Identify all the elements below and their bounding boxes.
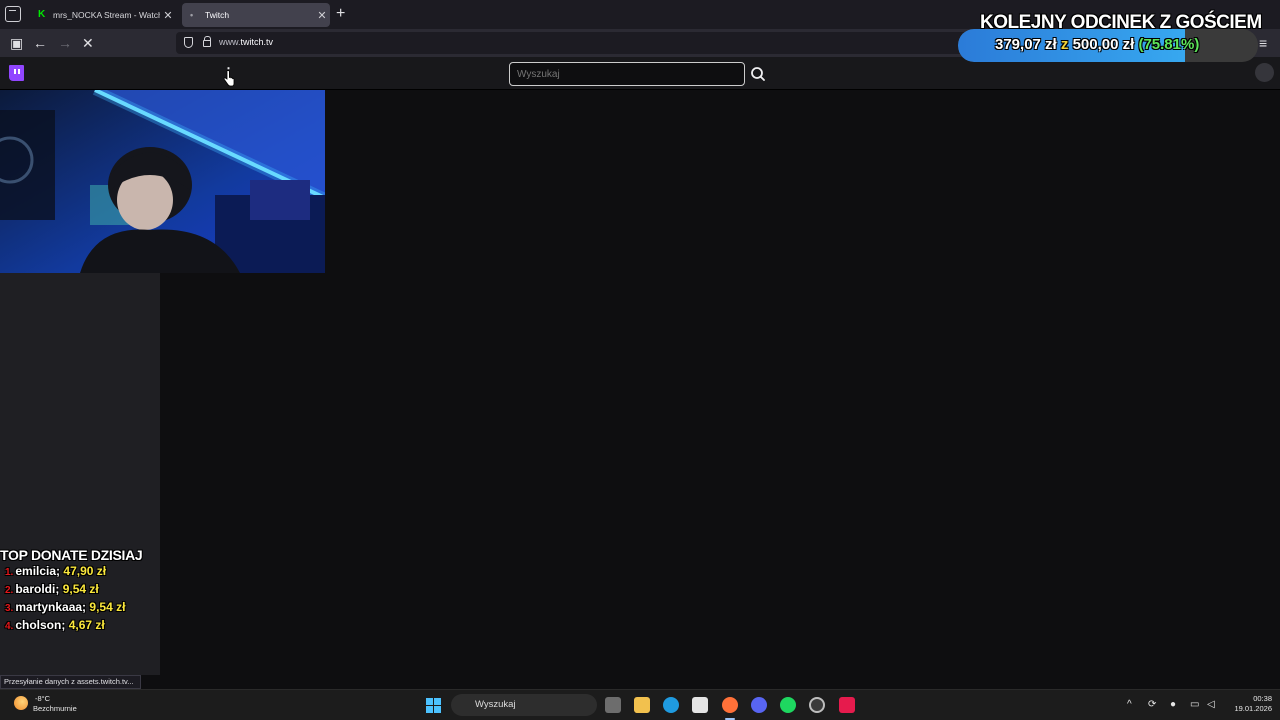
loading-icon: • <box>190 10 194 20</box>
goal-title: KOLEJNY ODCINEK Z GOŚCIEM <box>980 12 1262 33</box>
browser-tab-active[interactable]: • Twitch ✕ <box>182 3 330 27</box>
edge-icon[interactable] <box>663 697 679 713</box>
file-explorer-icon[interactable] <box>634 697 650 713</box>
taskbar-search[interactable]: Wyszukaj <box>451 694 597 716</box>
network-icon[interactable]: ▭ <box>1190 698 1199 712</box>
donation-goal-widget: 379,07 zł z 500,00 zł (75.81%) KOLEJNY O… <box>958 8 1280 64</box>
url-bar[interactable]: www.twitch.tv <box>176 32 966 54</box>
donor-row: 4. cholson; 4,67 zł <box>5 618 105 632</box>
kick-icon: K <box>38 9 46 20</box>
spotify-icon[interactable] <box>780 697 796 713</box>
goal-amounts: 379,07 zł z 500,00 zł (75.81%) <box>995 36 1200 53</box>
clock-time: 00:38 <box>1253 694 1272 703</box>
firefox-icon[interactable] <box>722 697 738 713</box>
search-box[interactable] <box>509 62 745 86</box>
windows-taskbar: -8°C Bezchmurnie Wyszukaj ^ ⟳ ● ▭ ◁ 00:3… <box>0 689 1280 720</box>
user-avatar-placeholder[interactable] <box>1255 63 1274 82</box>
volume-icon[interactable]: ◁ <box>1207 698 1215 712</box>
tracking-protection-icon[interactable] <box>184 37 193 48</box>
search-button[interactable] <box>747 62 769 86</box>
tiktok-icon[interactable] <box>839 697 855 713</box>
donor-row: 3. martynkaaa; 9,54 zł <box>5 600 126 614</box>
close-tab-icon[interactable]: ✕ <box>314 9 330 22</box>
app-icon[interactable] <box>809 697 825 713</box>
system-clock[interactable]: 00:38 19.01.2026 <box>1228 694 1272 714</box>
back-button[interactable]: ← <box>33 35 47 51</box>
hand-cursor-icon <box>223 70 235 87</box>
forward-button[interactable]: → <box>58 35 72 51</box>
browser-tab[interactable]: K mrs_NOCKA Stream - Watch Li ✕ <box>30 3 176 27</box>
weather-description[interactable]: Bezchmurnie <box>33 704 77 713</box>
donor-row: 1. emilcia; 47,90 zł <box>5 564 107 578</box>
tab-title: Twitch <box>205 10 230 20</box>
sidebar-toggle-icon[interactable]: ▣ <box>10 35 23 51</box>
chevron-up-icon[interactable]: ^ <box>1127 698 1132 712</box>
start-button[interactable] <box>426 698 441 713</box>
discord-icon[interactable] <box>751 697 767 713</box>
top-donors-title: TOP DONATE DZISIAJ <box>0 547 143 563</box>
webcam-overlay <box>0 90 325 273</box>
close-tab-icon[interactable]: ✕ <box>160 9 176 22</box>
browser-status-text: Przesyłanie danych z assets.twitch.tv... <box>0 675 141 689</box>
microphone-icon[interactable]: ● <box>1170 698 1176 712</box>
top-donors-widget: TOP DONATE DZISIAJ 1. emilcia; 47,90 zł 2… <box>0 547 170 635</box>
url-text[interactable]: www.twitch.tv <box>219 37 273 47</box>
search-input[interactable] <box>510 63 744 85</box>
store-icon[interactable] <box>692 697 708 713</box>
new-tab-button[interactable]: + <box>336 6 345 22</box>
tab-list-icon[interactable] <box>5 6 21 22</box>
task-view-icon[interactable] <box>605 697 621 713</box>
tab-title: mrs_NOCKA Stream - Watch Li <box>53 10 160 20</box>
clock-date: 19.01.2026 <box>1234 704 1272 713</box>
lock-icon[interactable] <box>203 36 211 47</box>
sync-icon[interactable]: ⟳ <box>1148 698 1156 712</box>
twitch-logo-icon[interactable] <box>9 65 24 81</box>
weather-icon[interactable] <box>14 696 28 710</box>
weather-temperature[interactable]: -8°C <box>35 694 50 703</box>
screen: K mrs_NOCKA Stream - Watch Li ✕ • Twitch… <box>0 0 1280 720</box>
search-icon <box>751 67 765 81</box>
donor-row: 2. baroldi; 9,54 zł <box>5 582 99 596</box>
stop-loading-button[interactable]: ✕ <box>82 35 94 51</box>
